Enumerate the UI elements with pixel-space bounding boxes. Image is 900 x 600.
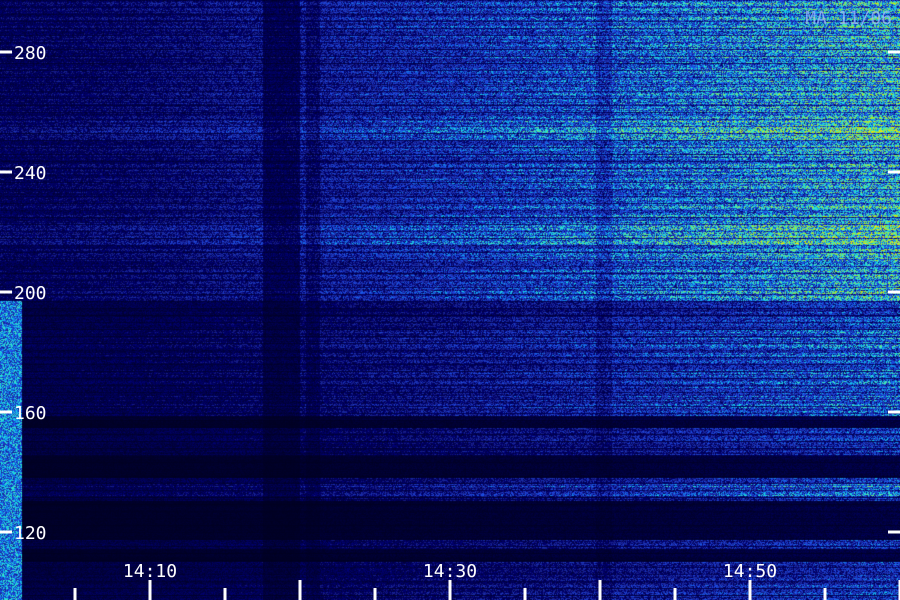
x-axis: 14:10 14:30 14:50 bbox=[73, 561, 900, 600]
x-tick-label: 14:30 bbox=[423, 561, 477, 582]
x-tick-label: 14:50 bbox=[723, 561, 777, 582]
axis-overlay: 280 240 200 160 120 14:10 14:30 14:50 MA 11/06 bbox=[0, 8, 900, 600]
y-axis: 280 240 200 160 120 bbox=[0, 43, 900, 544]
y-tick-label: 200 bbox=[14, 283, 47, 304]
x-tick-label: 14:10 bbox=[123, 561, 177, 582]
y-tick-label: 120 bbox=[14, 523, 47, 544]
spectrogram-view: 280 240 200 160 120 14:10 14:30 14:50 MA 11/06 bbox=[0, 0, 900, 600]
y-tick-label: 280 bbox=[14, 43, 47, 64]
y-tick-label: 160 bbox=[14, 403, 47, 424]
corner-label: MA 11/06 bbox=[805, 8, 892, 29]
y-tick-label: 240 bbox=[14, 163, 47, 184]
